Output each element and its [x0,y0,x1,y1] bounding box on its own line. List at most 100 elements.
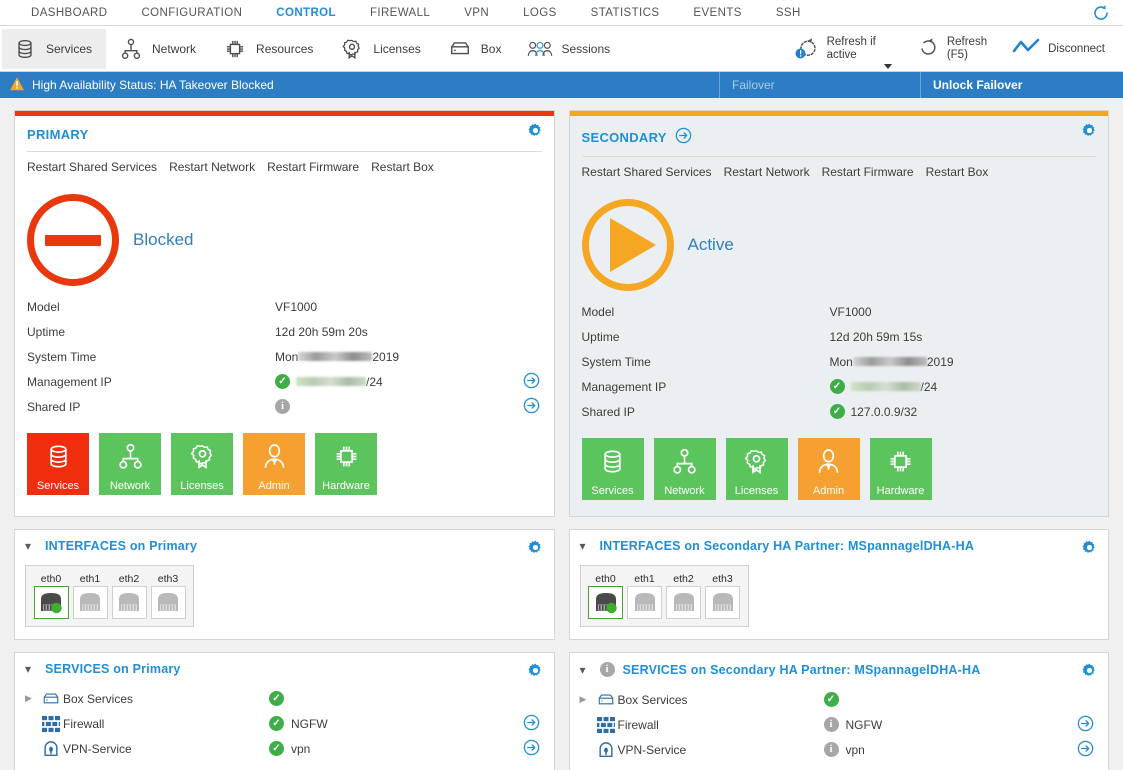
toolbar-item-services[interactable]: Services [2,28,107,69]
detail-navigate-icon[interactable] [523,372,540,392]
card-title: SERVICES on Secondary HA Partner: MSpann… [622,662,981,677]
service-navigate-icon[interactable] [1077,715,1094,735]
gear-icon[interactable] [527,122,544,142]
tile-services[interactable]: Services [27,433,89,495]
tile-admin[interactable]: Admin [243,433,305,495]
menu-item-vpn[interactable]: VPN [447,0,506,26]
tile-services[interactable]: Services [581,438,644,500]
panel-navigate-icon[interactable] [675,127,692,147]
menu-item-dashboard[interactable]: DASHBOARD [14,0,124,26]
service-row[interactable]: ▶ Box Services ✓ [570,687,1109,712]
chevron-down-icon[interactable]: ▾ [25,539,37,553]
gear-icon[interactable] [1081,539,1098,559]
menu-item-events[interactable]: EVENTS [676,0,758,26]
restart-action-link[interactable]: Restart Shared Services [27,160,157,174]
restart-action-link[interactable]: Restart Box [371,160,434,174]
interface-port[interactable]: eth3 [705,573,741,619]
menu-item-ssh[interactable]: SSH [759,0,818,26]
ethernet-port-icon[interactable] [666,586,701,619]
toolbar-item-label: Network [152,41,197,56]
gear-icon[interactable] [1081,662,1098,682]
interface-port[interactable]: eth2 [666,573,702,619]
chevron-down-icon[interactable]: ▾ [580,539,592,553]
ethernet-port-icon[interactable] [588,586,623,619]
service-row[interactable]: ▶ Box Services ✓ [15,686,554,711]
menu-item-statistics[interactable]: STATISTICS [574,0,677,26]
expander-icon[interactable]: ▶ [25,693,39,704]
chevron-down-icon[interactable] [883,64,892,69]
service-navigate-icon[interactable] [523,739,540,759]
refresh-icon[interactable] [1091,3,1111,23]
ethernet-port-icon[interactable] [627,586,662,619]
vpn-icon [594,741,618,759]
gear-icon[interactable] [527,539,544,559]
restart-action-link[interactable]: Restart Network [724,165,810,179]
toolbar-item-resources[interactable]: Resources [212,29,327,69]
chevron-down-icon[interactable]: ▾ [25,662,37,676]
toolbar-item-sessions[interactable]: Sessions [517,29,624,69]
tile-licenses[interactable]: Licenses [171,433,233,495]
disconnect-button[interactable]: Disconnect [999,26,1117,72]
tile-network[interactable]: Network [99,433,161,495]
panel-details: Model VF1000 Uptime 12d 20h 59m 20s Syst… [15,288,554,419]
interface-port[interactable]: eth1 [627,573,663,619]
service-row[interactable]: Firewall i NGFW [570,712,1109,737]
failover-button[interactable]: Failover [719,72,920,98]
expander-icon[interactable]: ▶ [580,694,594,705]
refresh-button[interactable]: Refresh (F5) [904,26,999,72]
toolbar-item-licenses[interactable]: Licenses [329,29,434,69]
tile-network[interactable]: Network [653,438,716,500]
gear-icon[interactable] [527,662,544,682]
status-info-icon: i [275,399,290,414]
restart-action-link[interactable]: Restart Network [169,160,255,174]
ethernet-port-icon[interactable] [72,586,108,619]
service-row[interactable]: Firewall ✓ NGFW [15,711,554,736]
tile-licenses[interactable]: Licenses [725,438,788,500]
chevron-down-icon[interactable]: ▾ [580,663,592,677]
interface-port[interactable]: eth2 [111,573,147,619]
detail-value: 12d 20h 59m 15s [830,330,923,344]
restart-action-link[interactable]: Restart Firmware [822,165,914,179]
card-title: INTERFACES on Secondary HA Partner: MSpa… [599,539,975,553]
status-info-icon: i [823,742,839,757]
interface-port[interactable]: eth1 [72,573,108,619]
service-navigate-icon[interactable] [1077,740,1094,760]
panel-state-label: Active [687,235,734,254]
interface-port[interactable]: eth0 [33,573,69,619]
restart-action-link[interactable]: Restart Firmware [267,160,359,174]
detail-value-text: 12d 20h 59m 20s [275,324,368,339]
redacted-value [852,356,927,366]
services-list: ▶ Box Services ✓ Firewall ✓ NGFW VPN-Ser… [15,684,554,770]
interface-port[interactable]: eth0 [588,573,624,619]
menu-item-control[interactable]: CONTROL [259,0,353,26]
toolbar-item-box[interactable]: Box [437,29,516,69]
interface-port[interactable]: eth3 [150,573,186,619]
restart-action-link[interactable]: Restart Shared Services [582,165,712,179]
ethernet-port-icon[interactable] [705,586,740,619]
ethernet-port-icon[interactable] [111,586,147,619]
refresh-if-active-icon [794,34,820,64]
refresh-if-active-button[interactable]: Refresh if active [782,26,904,72]
restart-action-link[interactable]: Restart Box [926,165,989,179]
service-navigate-icon[interactable] [523,714,540,734]
tile-hardware[interactable]: Hardware [315,433,377,495]
ethernet-port-icon[interactable] [33,586,69,619]
toolbar-item-network[interactable]: Network [108,29,210,69]
service-row[interactable]: VPN-Service i vpn [570,737,1109,762]
service-row[interactable]: VPN-Service ✓ vpn [15,736,554,761]
interface-port-label: eth0 [595,573,616,585]
refresh-label-line2: (F5) [946,49,968,61]
menu-item-logs[interactable]: LOGS [506,0,574,26]
tile-hardware[interactable]: Hardware [869,438,932,500]
person-icon [261,433,288,480]
menu-item-firewall[interactable]: FIREWALL [353,0,447,26]
detail-navigate-icon[interactable] [523,397,540,417]
gear-icon[interactable] [1081,122,1098,142]
menu-item-configuration[interactable]: CONFIGURATION [124,0,259,26]
tile-admin[interactable]: Admin [797,438,860,500]
detail-row: System Time Mon 2019 [15,344,554,369]
tile-label: Hardware [876,485,925,497]
rosette-icon [339,34,365,64]
ethernet-port-icon[interactable] [150,586,186,619]
unlock-failover-button[interactable]: Unlock Failover [920,72,1123,98]
